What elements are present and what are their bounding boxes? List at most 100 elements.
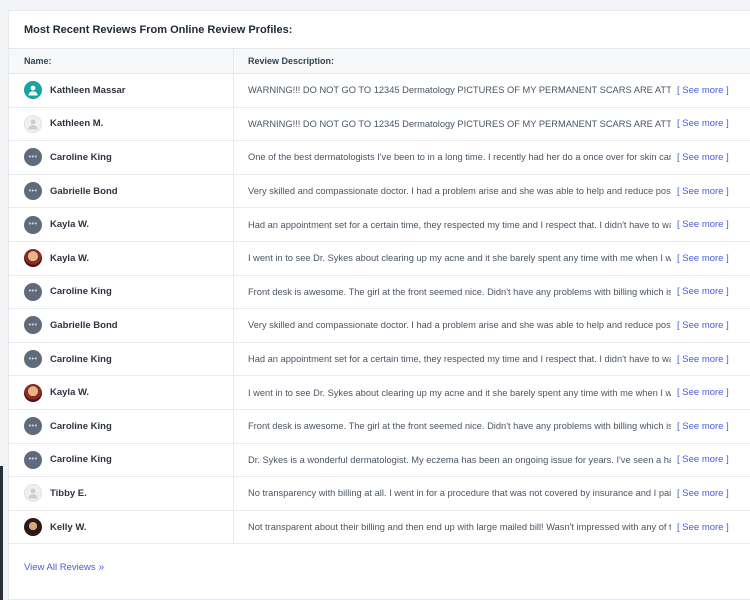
review-text: Not transparent about their billing and … [248, 522, 671, 533]
reviewer-name: Caroline King [50, 151, 112, 163]
dots-avatar-icon: ••• [24, 316, 42, 335]
table-row: ••• Kayla W. Had an appointment set for a … [9, 208, 750, 242]
review-text: I went in to see Dr. Sykes about clearin… [248, 253, 671, 264]
teal-person-icon [24, 81, 42, 100]
reviewer-name: Caroline King [50, 420, 112, 432]
review-description-cell: I went in to see Dr. Sykes about clearin… [234, 376, 750, 409]
table-row: Kathleen Massar WARNING!!! DO NOT GO TO 1… [9, 74, 750, 108]
review-description-cell: I went in to see Dr. Sykes about clearin… [234, 242, 750, 275]
reviewer-name: Kayla W. [50, 219, 90, 231]
dots-avatar-icon: ••• [24, 215, 42, 234]
left-edge-strip [0, 466, 3, 600]
see-more-link[interactable]: [ See more ] [677, 85, 729, 96]
table-row: Tibby E. No transparency with billing at … [9, 477, 750, 511]
reviews-card: Most Recent Reviews From Online Review P… [8, 10, 750, 600]
review-text: I went in to see Dr. Sykes about clearin… [248, 387, 671, 398]
reviewer-name: Tibby E. [50, 487, 87, 499]
review-description-cell: Dr. Sykes is a wonderful dermatologist. … [234, 444, 750, 477]
see-more-link[interactable]: [ See more ] [677, 253, 729, 264]
review-text: Very skilled and compassionate doctor. I… [248, 320, 671, 331]
dots-avatar-icon: ••• [24, 282, 42, 301]
table-row: ••• Caroline King Front desk is awesome. T… [9, 275, 750, 310]
table-row: Kayla W. I went in to see Dr. Sykes about… [9, 376, 750, 410]
review-text: Front desk is awesome. The girl at the f… [248, 421, 671, 432]
table-row: Kathleen M. WARNING!!! DO NOT GO TO 12345… [9, 107, 750, 142]
view-all-reviews-link[interactable]: View All Reviews » [9, 544, 750, 590]
reviewer-name: Caroline King [50, 353, 112, 365]
review-text: Dr. Sykes is a wonderful dermatologist. … [248, 454, 671, 465]
see-more-link[interactable]: [ See more ] [677, 522, 729, 533]
review-description-cell: No transparency with billing at all. I w… [234, 477, 750, 510]
table-row: Kelly W. Not transparent about their bill… [9, 510, 750, 545]
reviewer-cell: ••• Caroline King [9, 275, 234, 309]
review-text: One of the best dermatologists I've been… [248, 152, 671, 163]
see-more-link[interactable]: [ See more ] [677, 219, 729, 230]
review-description-cell: Very skilled and compassionate doctor. I… [234, 309, 750, 342]
see-more-link[interactable]: [ See more ] [677, 286, 729, 297]
review-description-cell: Front desk is awesome. The girl at the f… [234, 276, 750, 309]
reviewer-cell: ••• Kayla W. [9, 208, 234, 241]
review-description-cell: One of the best dermatologists I've been… [234, 141, 750, 174]
see-more-link[interactable]: [ See more ] [677, 320, 729, 331]
reviewer-name: Caroline King [50, 286, 112, 298]
placeholder-person-icon [24, 484, 42, 503]
reviewer-name: Kayla W. [50, 252, 90, 264]
reviewer-name: Kathleen Massar [50, 84, 126, 96]
table-row: ••• Gabrielle Bond Very skilled and compas… [9, 309, 750, 343]
reviewer-name: Kathleen M. [50, 118, 104, 130]
review-text: Had an appointment set for a certain tim… [248, 354, 671, 365]
photo-avatar-icon [24, 249, 42, 268]
dots-avatar-icon: ••• [24, 417, 42, 436]
see-more-link[interactable]: [ See more ] [677, 152, 729, 163]
dots-avatar-icon: ••• [24, 182, 42, 201]
see-more-link[interactable]: [ See more ] [677, 186, 729, 197]
see-more-link[interactable]: [ See more ] [677, 454, 729, 465]
review-description-cell: WARNING!!! DO NOT GO TO 12345 Dermatolog… [234, 108, 750, 141]
review-description-cell: Not transparent about their billing and … [234, 511, 750, 544]
table-header: Name: Review Description: [9, 49, 750, 74]
reviewer-name: Kelly W. [50, 521, 87, 533]
reviewer-cell: Kathleen M. [9, 107, 234, 141]
photo-avatar-icon [24, 383, 42, 402]
table-row: ••• Caroline King Dr. Sykes is a wonderfu… [9, 443, 750, 478]
see-more-link[interactable]: [ See more ] [677, 421, 729, 432]
table-row: Kayla W. I went in to see Dr. Sykes about… [9, 241, 750, 276]
reviewer-cell: Kayla W. [9, 241, 234, 275]
see-more-link[interactable]: [ See more ] [677, 354, 729, 365]
table-row: ••• Gabrielle Bond Very skilled and compas… [9, 174, 750, 209]
review-description-cell: Front desk is awesome. The girl at the f… [234, 410, 750, 443]
reviewer-name: Kayla W. [50, 387, 90, 399]
review-text: Had an appointment set for a certain tim… [248, 219, 671, 230]
dark-photo-avatar-icon [24, 518, 42, 537]
review-text: WARNING!!! DO NOT GO TO 12345 Dermatolog… [248, 118, 671, 129]
dots-avatar-icon: ••• [24, 148, 42, 167]
reviewer-cell: ••• Gabrielle Bond [9, 309, 234, 342]
review-description-cell: Very skilled and compassionate doctor. I… [234, 175, 750, 208]
see-more-link[interactable]: [ See more ] [677, 387, 729, 398]
reviewer-name: Gabrielle Bond [50, 319, 118, 331]
placeholder-person-icon [24, 114, 42, 133]
table-row: ••• Caroline King Had an appointment set f… [9, 342, 750, 377]
reviews-table-body: Kathleen Massar WARNING!!! DO NOT GO TO 1… [9, 74, 750, 545]
review-text: WARNING!!! DO NOT GO TO 12345 Dermatolog… [248, 85, 671, 96]
table-row: ••• Caroline King One of the best dermatol… [9, 141, 750, 175]
reviewer-cell: Kathleen Massar [9, 74, 234, 107]
dots-avatar-icon: ••• [24, 450, 42, 469]
double-chevron-right-icon: » [98, 561, 105, 573]
review-description-cell: Had an appointment set for a certain tim… [234, 208, 750, 241]
reviewer-cell: ••• Caroline King [9, 409, 234, 443]
see-more-link[interactable]: [ See more ] [677, 488, 729, 499]
column-header-name: Name: [9, 49, 234, 73]
reviewer-cell: ••• Caroline King [9, 443, 234, 477]
review-text: No transparency with billing at all. I w… [248, 488, 671, 499]
see-more-link[interactable]: [ See more ] [677, 118, 729, 129]
reviewer-cell: Tibby E. [9, 477, 234, 510]
column-header-description: Review Description: [248, 56, 335, 66]
table-row: ••• Caroline King Front desk is awesome. T… [9, 409, 750, 444]
review-description-cell: Had an appointment set for a certain tim… [234, 343, 750, 376]
reviewer-cell: ••• Caroline King [9, 141, 234, 174]
reviewer-name: Caroline King [50, 454, 112, 466]
reviewer-cell: Kelly W. [9, 510, 234, 544]
reviewer-cell: Kayla W. [9, 376, 234, 409]
reviewer-name: Gabrielle Bond [50, 185, 118, 197]
